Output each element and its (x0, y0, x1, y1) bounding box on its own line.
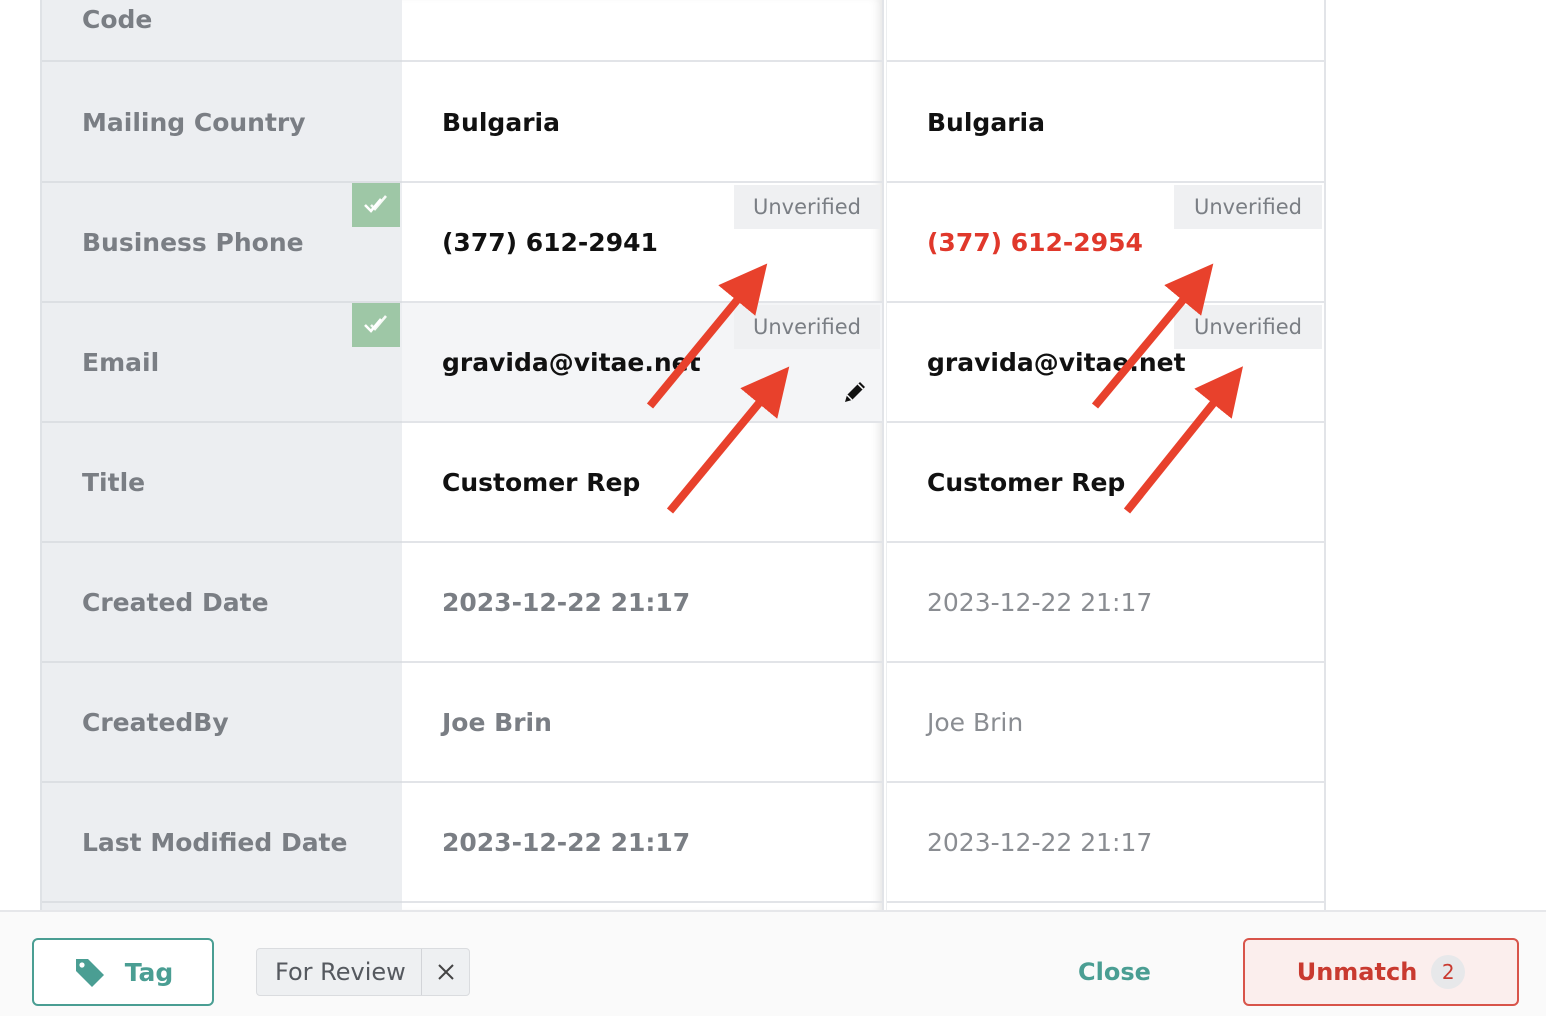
close-button[interactable]: Close (1078, 958, 1151, 986)
verified-check-button[interactable] (352, 303, 400, 347)
field-label-column: Code Mailing Country Business Phone Emai… (40, 0, 402, 910)
field-label-text: Mailing Country (82, 107, 306, 137)
cell-value: Joe Brin (927, 707, 1024, 737)
record-a-cell[interactable]: Customer Rep (402, 423, 882, 543)
cell-value: Joe Brin (442, 707, 552, 737)
cell-value: Customer Rep (442, 467, 641, 497)
cell-value: 2023-12-22 21:17 (927, 827, 1153, 857)
record-a-cell[interactable]: gravida@vitae.net Unverified (402, 303, 882, 423)
unverified-badge: Unverified (734, 305, 880, 349)
field-label: Email (42, 303, 402, 423)
field-label: Created Date (42, 543, 402, 663)
footer-action-bar: Tag For Review Close Unmatch 2 (0, 910, 1546, 1016)
merge-review-screen: Code Mailing Country Business Phone Emai… (0, 0, 1546, 1016)
cell-value: 2023-12-22 21:17 (442, 587, 691, 617)
unmatch-button-label: Unmatch (1296, 958, 1418, 986)
field-label: Code (42, 0, 402, 62)
field-label: Business Phone (42, 183, 402, 303)
field-label: Mailing Country (42, 63, 402, 183)
field-label: Title (42, 423, 402, 543)
cell-value-diff: (377) 612-2954 (927, 227, 1143, 257)
field-label-text: CreatedBy (82, 707, 229, 737)
record-b-cell[interactable]: Joe Brin (887, 663, 1324, 783)
field-label: Last Modified Date (42, 783, 402, 903)
record-a-cell[interactable]: (377) 612-2941 Unverified (402, 183, 882, 303)
tag-button[interactable]: Tag (32, 938, 214, 1006)
unmatch-count-badge: 2 (1431, 955, 1466, 989)
record-a-cell[interactable]: 20859 (402, 0, 882, 62)
record-a-cell[interactable]: Joe Brin (402, 663, 882, 783)
field-label-text: Created Date (82, 587, 269, 617)
unmatch-button[interactable]: Unmatch 2 (1243, 938, 1519, 1006)
record-b-column: 20859 Bulgaria (377) 612-2954 Unverified… (886, 0, 1326, 910)
chip-label: For Review (275, 958, 406, 986)
remove-tag-button[interactable] (421, 949, 469, 995)
record-a-column: 20859 Bulgaria (377) 612-2941 Unverified… (402, 0, 884, 910)
unverified-badge: Unverified (1174, 305, 1322, 349)
record-b-cell[interactable]: gravida@vitae.net Unverified (887, 303, 1324, 423)
cell-value: gravida@vitae.net (442, 347, 701, 377)
pencil-icon[interactable] (840, 377, 870, 407)
record-b-cell[interactable]: 2023-12-22 21:17 (887, 783, 1324, 903)
record-b-cell[interactable]: 20859 (887, 0, 1324, 62)
field-label: CreatedBy (42, 663, 402, 783)
cell-value: 2023-12-22 21:17 (442, 827, 691, 857)
cell-value: 2023-12-22 21:17 (927, 587, 1153, 617)
cell-value: gravida@vitae.net (927, 347, 1186, 377)
field-label-text: Business Phone (82, 227, 304, 257)
field-label-text: Code (82, 4, 153, 34)
cell-value: Bulgaria (927, 107, 1045, 137)
record-a-cell[interactable]: 2023-12-22 21:17 (402, 543, 882, 663)
verified-check-button[interactable] (352, 183, 400, 227)
tag-button-label: Tag (124, 957, 174, 987)
double-check-icon (364, 195, 387, 213)
for-review-tag-chip: For Review (256, 948, 470, 996)
unverified-badge: Unverified (1174, 185, 1322, 229)
field-label-text: Title (82, 467, 146, 497)
record-b-cell[interactable]: Customer Rep (887, 423, 1324, 543)
unverified-badge: Unverified (734, 185, 880, 229)
close-icon (437, 964, 454, 980)
field-label-text: Email (82, 347, 160, 377)
record-b-cell[interactable]: (377) 612-2954 Unverified (887, 183, 1324, 303)
cell-value: Customer Rep (927, 467, 1126, 497)
cell-value: Bulgaria (442, 107, 560, 137)
tag-icon (75, 959, 104, 987)
field-label-text: Last Modified Date (82, 827, 348, 857)
record-a-cell[interactable]: 2023-12-22 21:17 (402, 783, 882, 903)
cell-value: (377) 612-2941 (442, 227, 658, 257)
double-check-icon (364, 315, 387, 333)
record-b-cell[interactable]: Bulgaria (887, 63, 1324, 183)
record-b-cell[interactable]: 2023-12-22 21:17 (887, 543, 1324, 663)
record-a-cell[interactable]: Bulgaria (402, 63, 882, 183)
